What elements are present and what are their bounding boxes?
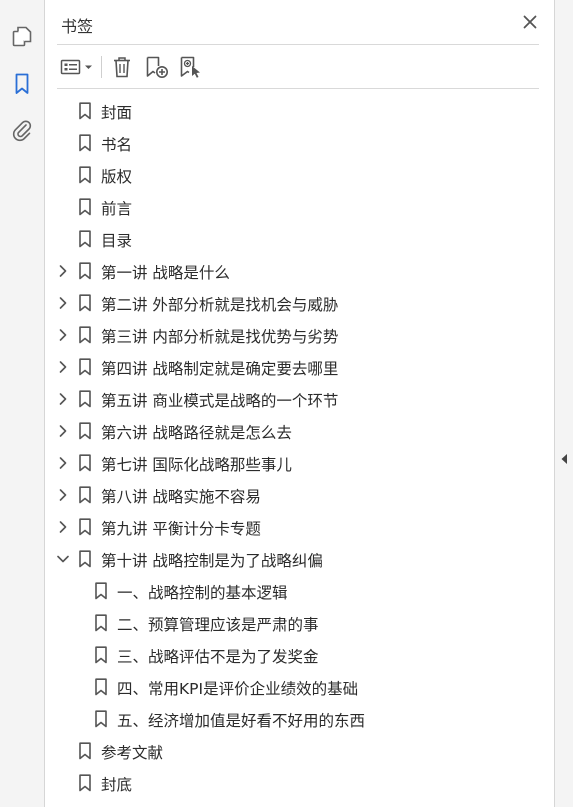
bookmark-icon: [78, 166, 92, 184]
bookmark-item[interactable]: 第七讲 国际化战略那些事儿: [45, 447, 554, 479]
bookmark-icon: [78, 774, 92, 792]
bookmark-item[interactable]: 前言: [45, 191, 554, 223]
bookmark-icon: [78, 294, 92, 312]
bookmark-label: 第三讲 内部分析就是找优势与劣势: [101, 328, 339, 346]
delete-bookmark-icon[interactable]: [109, 52, 135, 82]
bookmark-icon: [78, 550, 92, 568]
bookmark-label: 目录: [101, 232, 133, 250]
bookmark-label: 第二讲 外部分析就是找机会与威胁: [101, 296, 339, 314]
bookmark-label: 二、预算管理应该是严肃的事: [117, 616, 319, 634]
bookmark-item[interactable]: 第十讲 战略控制是为了战略纠偏: [45, 543, 554, 575]
chevron-right-icon[interactable]: [57, 361, 69, 373]
bookmark-label: 第一讲 战略是什么: [101, 264, 230, 282]
bookmark-icon: [78, 262, 92, 280]
chevron-down-icon[interactable]: [57, 553, 69, 565]
toolbar-separator: [101, 56, 102, 78]
attachments-icon[interactable]: [8, 116, 36, 144]
chevron-right-icon[interactable]: [57, 297, 69, 309]
bookmark-item[interactable]: 参考文献: [45, 735, 554, 767]
chevron-right-icon[interactable]: [57, 393, 69, 405]
options-menu-icon[interactable]: [59, 52, 95, 82]
bookmark-label: 封面: [101, 104, 133, 122]
bookmark-item[interactable]: 第二讲 外部分析就是找机会与威胁: [45, 287, 554, 319]
bookmark-icon: [78, 518, 92, 536]
bookmark-label: 第四讲 战略制定就是确定要去哪里: [101, 360, 339, 378]
bookmark-tree: 封面书名版权前言目录第一讲 战略是什么第二讲 外部分析就是找机会与威胁 第三讲 内…: [45, 95, 554, 799]
bookmark-label: 参考文献: [101, 744, 164, 762]
bookmark-label: 五、经济增加值是好看不好用的东西: [117, 712, 366, 730]
bookmark-label: 第六讲 战略路径就是怎么去: [101, 424, 292, 442]
panel-title: 书签: [61, 17, 94, 36]
new-bookmark-icon[interactable]: [143, 52, 171, 82]
bookmark-icon: [78, 742, 92, 760]
chevron-right-icon[interactable]: [57, 329, 69, 341]
bookmark-item[interactable]: 一、战略控制的基本逻辑: [45, 575, 554, 607]
bookmark-item[interactable]: 四、常用KPI是评价企业绩效的基础: [45, 671, 554, 703]
bookmark-label: 版权: [101, 168, 133, 186]
bookmarks-panel: 书签 封面 书名 版权 前言 目录 第一讲 战略是什么 第二讲 外部分析就是找机…: [45, 0, 554, 807]
bookmark-icon: [78, 134, 92, 152]
bookmark-item[interactable]: 第三讲 内部分析就是找优势与劣势: [45, 319, 554, 351]
toolbar-divider: [57, 88, 539, 89]
bookmark-icon: [78, 454, 92, 472]
bookmark-item[interactable]: 第六讲 战略路径就是怎么去: [45, 415, 554, 447]
bookmark-item[interactable]: 书名: [45, 127, 554, 159]
panel-splitter[interactable]: [554, 0, 573, 807]
bookmark-item[interactable]: 目录: [45, 223, 554, 255]
bookmark-label: 前言: [101, 200, 133, 218]
bookmark-label: 第九讲 平衡计分卡专题: [101, 520, 261, 538]
bookmark-item[interactable]: 第四讲 战略制定就是确定要去哪里: [45, 351, 554, 383]
bookmark-label: 三、战略评估不是为了发奖金: [117, 648, 319, 666]
bookmark-item[interactable]: 第八讲 战略实施不容易: [45, 479, 554, 511]
bookmark-icon: [94, 678, 108, 696]
bookmark-icon: [78, 390, 92, 408]
navigation-rail: [0, 0, 45, 807]
new-bookmark-from-structure-icon[interactable]: [177, 52, 205, 82]
panel-header: 书签: [45, 0, 554, 44]
bookmark-label: 第八讲 战略实施不容易: [101, 488, 261, 506]
chevron-right-icon[interactable]: [57, 457, 69, 469]
bookmark-item[interactable]: 版权: [45, 159, 554, 191]
bookmark-label: 四、常用KPI是评价企业绩效的基础: [117, 680, 359, 698]
bookmark-icon: [94, 646, 108, 664]
bookmark-icon: [78, 326, 92, 344]
bookmark-icon: [78, 230, 92, 248]
bookmark-item[interactable]: 三、战略评估不是为了发奖金: [45, 639, 554, 671]
bookmarks-toolbar: [57, 50, 539, 84]
chevron-right-icon[interactable]: [57, 425, 69, 437]
bookmark-item[interactable]: 五、经济增加值是好看不好用的东西: [45, 703, 554, 735]
bookmark-icon: [78, 102, 92, 120]
bookmark-item[interactable]: 第一讲 战略是什么: [45, 255, 554, 287]
pages-icon[interactable]: [8, 23, 36, 51]
chevron-right-icon[interactable]: [57, 521, 69, 533]
chevron-right-icon[interactable]: [57, 265, 69, 277]
bookmark-icon: [94, 614, 108, 632]
bookmark-label: 书名: [101, 136, 133, 154]
bookmark-item[interactable]: 二、预算管理应该是严肃的事: [45, 607, 554, 639]
bookmark-icon: [78, 486, 92, 504]
collapse-panel-icon[interactable]: [560, 452, 568, 466]
close-icon[interactable]: [518, 10, 542, 34]
bookmark-label: 第五讲 商业模式是战略的一个环节: [101, 392, 339, 410]
bookmark-label: 第七讲 国际化战略那些事儿: [101, 456, 292, 474]
bookmark-item[interactable]: 封底: [45, 767, 554, 799]
bookmark-icon: [94, 710, 108, 728]
bookmarks-icon[interactable]: [8, 70, 36, 98]
bookmark-icon: [94, 582, 108, 600]
chevron-right-icon[interactable]: [57, 489, 69, 501]
bookmark-item[interactable]: 封面: [45, 95, 554, 127]
bookmark-icon: [78, 358, 92, 376]
header-divider: [57, 44, 539, 45]
bookmark-label: 一、战略控制的基本逻辑: [117, 584, 288, 602]
bookmark-label: 第十讲 战略控制是为了战略纠偏: [101, 552, 323, 570]
bookmark-item[interactable]: 第九讲 平衡计分卡专题: [45, 511, 554, 543]
bookmark-icon: [78, 198, 92, 216]
bookmark-icon: [78, 422, 92, 440]
bookmark-item[interactable]: 第五讲 商业模式是战略的一个环节: [45, 383, 554, 415]
bookmark-label: 封底: [101, 776, 133, 794]
